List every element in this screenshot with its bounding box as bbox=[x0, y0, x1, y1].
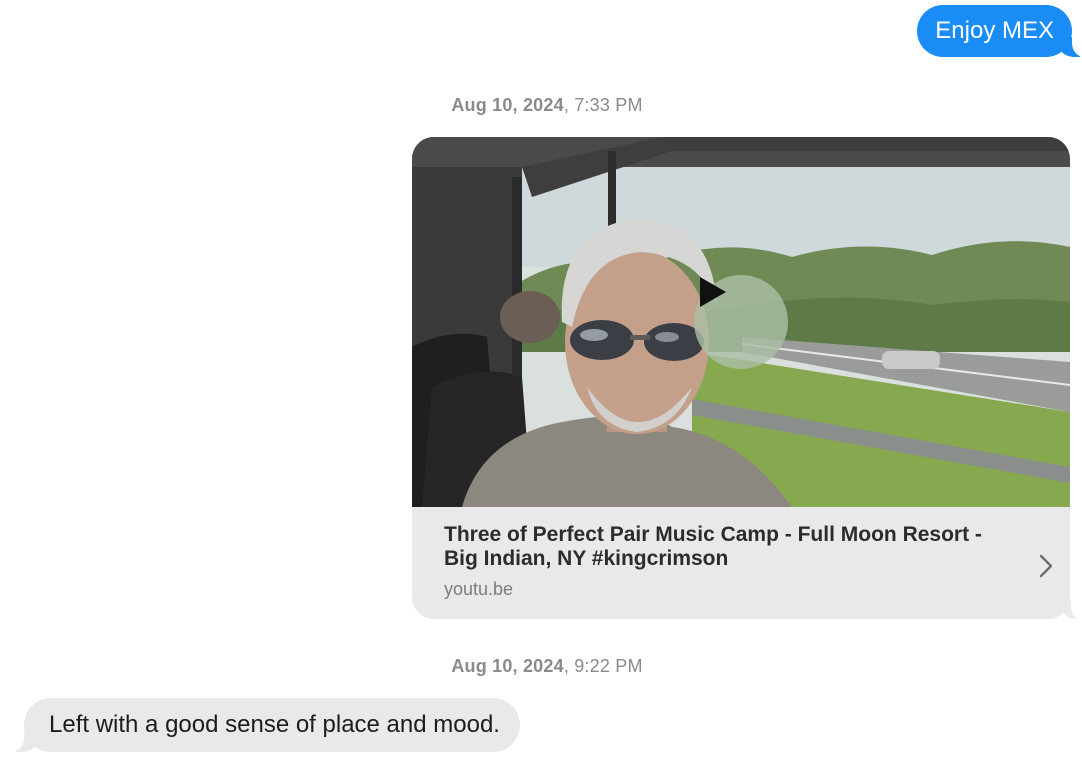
play-button[interactable] bbox=[694, 275, 788, 369]
link-title: Three of Perfect Pair Music Camp - Full … bbox=[444, 523, 982, 570]
link-preview-card[interactable]: Three of Perfect Pair Music Camp - Full … bbox=[412, 137, 1070, 619]
link-domain: youtu.be bbox=[444, 579, 514, 599]
play-icon bbox=[700, 277, 726, 307]
timestamp-time: 9:22 PM bbox=[574, 656, 643, 676]
bubble-tail bbox=[1058, 35, 1082, 57]
message-timestamp: Aug 10, 2024, 9:22 PM bbox=[451, 656, 643, 676]
chevron-right-icon[interactable] bbox=[1038, 553, 1054, 579]
incoming-message-text: Left with a good sense of place and mood… bbox=[49, 711, 500, 738]
timestamp-time: 7:33 PM bbox=[574, 95, 643, 115]
outgoing-message-bubble[interactable]: Enjoy MEX bbox=[917, 5, 1082, 57]
video-thumbnail[interactable] bbox=[412, 137, 1070, 507]
timestamp-date: Aug 10, 2024 bbox=[451, 656, 564, 676]
timestamp-date: Aug 10, 2024 bbox=[451, 95, 564, 115]
bubble-tail bbox=[6, 730, 38, 752]
incoming-message-bubble[interactable]: Left with a good sense of place and mood… bbox=[6, 698, 520, 752]
message-timestamp: Aug 10, 2024, 7:33 PM bbox=[451, 95, 643, 115]
link-preview-details[interactable]: Three of Perfect Pair Music Camp - Full … bbox=[412, 507, 1070, 619]
outgoing-message-text: Enjoy MEX bbox=[935, 17, 1054, 44]
